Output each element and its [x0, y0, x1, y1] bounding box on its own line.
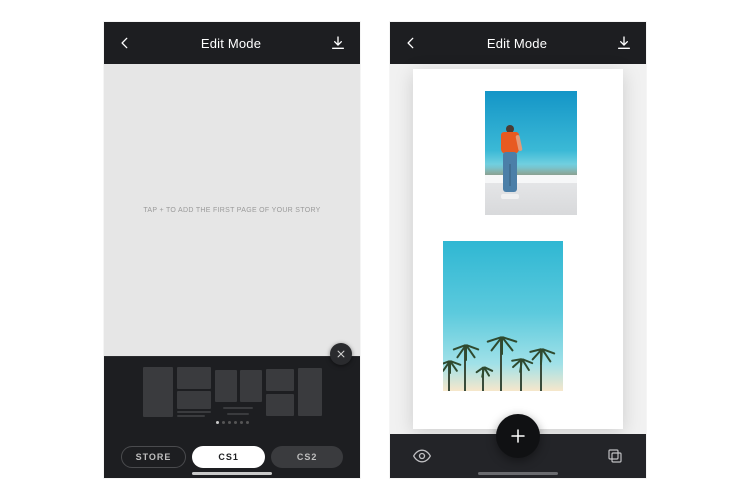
- download-icon[interactable]: [330, 35, 346, 51]
- header: Edit Mode: [390, 22, 646, 64]
- close-icon[interactable]: [330, 343, 352, 365]
- back-icon[interactable]: [118, 36, 132, 50]
- download-icon[interactable]: [616, 35, 632, 51]
- store-button[interactable]: STORE: [121, 446, 187, 468]
- template-option[interactable]: [215, 365, 262, 419]
- home-indicator: [192, 472, 272, 475]
- photo-slot-lower[interactable]: [443, 241, 563, 391]
- photo-slot-upper[interactable]: [485, 91, 577, 215]
- page-title: Edit Mode: [487, 36, 547, 51]
- back-icon[interactable]: [404, 36, 418, 50]
- copy-icon[interactable]: [606, 447, 624, 465]
- tab-cs2[interactable]: CS2: [271, 446, 344, 468]
- home-indicator: [478, 472, 558, 475]
- template-option[interactable]: [298, 365, 322, 419]
- eye-icon[interactable]: [412, 446, 432, 466]
- bottom-toolbar: [390, 434, 646, 478]
- empty-canvas[interactable]: TAP + TO ADD THE FIRST PAGE OF YOUR STOR…: [104, 64, 360, 356]
- page-title: Edit Mode: [201, 36, 261, 51]
- screen-right: Edit Mode: [390, 22, 646, 478]
- tab-cs1[interactable]: CS1: [192, 446, 265, 468]
- add-page-button[interactable]: [496, 414, 540, 458]
- template-tray: [104, 356, 360, 436]
- template-option[interactable]: [143, 365, 173, 419]
- template-option[interactable]: [177, 365, 211, 419]
- story-page[interactable]: [413, 69, 623, 429]
- story-canvas-area: [390, 64, 646, 434]
- template-option[interactable]: [266, 365, 294, 419]
- header: Edit Mode: [104, 22, 360, 64]
- empty-hint: TAP + TO ADD THE FIRST PAGE OF YOUR STOR…: [143, 207, 320, 214]
- bottom-tabs: STORE CS1 CS2: [104, 436, 360, 478]
- screen-left: Edit Mode TAP + TO ADD THE FIRST PAGE OF…: [104, 22, 360, 478]
- page-dots: [104, 419, 360, 424]
